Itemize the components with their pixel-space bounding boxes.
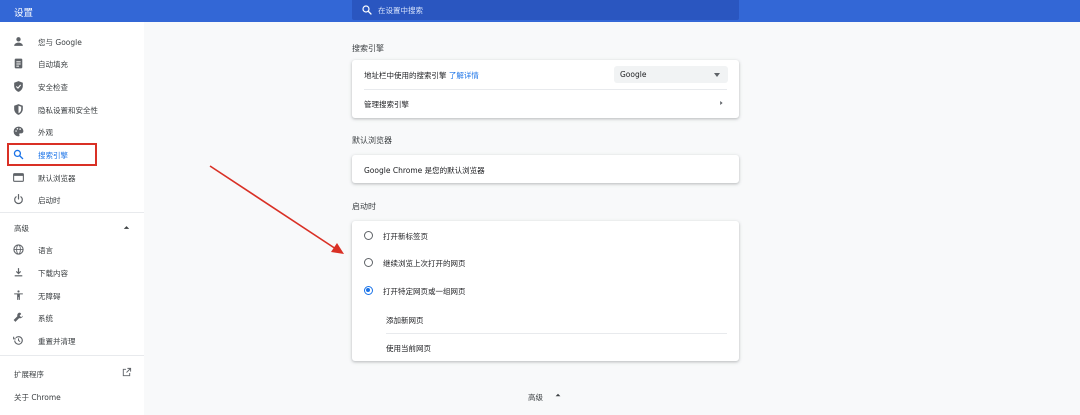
sidebar-item-languages[interactable]: 语言 xyxy=(0,239,144,261)
sidebar-item-label: 您与 Google xyxy=(38,38,82,47)
startup-option-continue[interactable]: 继续浏览上次打开的网页 xyxy=(352,248,739,276)
accessibility-icon xyxy=(14,290,23,300)
use-current-pages-link[interactable]: 使用当前网页 xyxy=(386,343,431,354)
use-current-pages-row[interactable]: 使用当前网页 xyxy=(352,333,739,361)
sidebar-item-default-browser[interactable]: 默认浏览器 xyxy=(0,167,144,189)
sidebar-item-label: 启动时 xyxy=(38,196,61,205)
chevron-right-icon xyxy=(720,101,723,105)
advanced-toggle-label[interactable]: 高级 xyxy=(528,392,543,403)
startup-option-label: 继续浏览上次打开的网页 xyxy=(383,259,466,268)
search-engine-select[interactable]: Google xyxy=(614,66,728,83)
caret-down-icon xyxy=(714,73,720,77)
app-title: 设置 xyxy=(14,8,34,19)
search-engine-section-title: 搜索引擎 xyxy=(352,44,384,53)
search-box[interactable]: 在设置中搜索 xyxy=(352,0,739,20)
history-icon xyxy=(13,336,23,345)
sidebar-item-privacy[interactable]: 隐私设置和安全性 xyxy=(0,99,144,121)
external-link-icon[interactable] xyxy=(121,367,132,378)
power-icon xyxy=(14,194,23,205)
shield-half-icon xyxy=(14,104,23,115)
sidebar-item-safety-check[interactable]: 安全检查 xyxy=(0,76,144,98)
startup-option-label: 打开新标签页 xyxy=(383,232,428,241)
default-browser-card: Google Chrome 是您的默认浏览器 xyxy=(352,155,739,183)
sidebar-item-label: 自动填充 xyxy=(38,60,68,69)
manage-search-engines-label: 管理搜索引擎 xyxy=(364,100,409,109)
sidebar-item-on-startup[interactable]: 启动时 xyxy=(0,189,144,211)
sidebar-item-you-and-google[interactable]: 您与 Google xyxy=(0,31,144,53)
startup-option-label: 打开特定网页或一组网页 xyxy=(383,287,466,296)
default-browser-section-title: 默认浏览器 xyxy=(352,136,392,145)
manage-search-engines-row[interactable]: 管理搜索引擎 xyxy=(352,89,739,118)
radio-button[interactable] xyxy=(364,231,373,240)
selected-engine: Google xyxy=(620,70,647,79)
address-bar-engine-row: 地址栏中使用的搜索引擎 了解详情 Google xyxy=(352,60,739,89)
sidebar-item-system[interactable]: 系统 xyxy=(0,307,144,329)
sidebar-item-reset[interactable]: 重置并清理 xyxy=(0,330,144,352)
sidebar-item-label: 无障碍 xyxy=(38,292,61,301)
add-new-page-row[interactable]: 添加新网页 xyxy=(352,305,739,333)
sidebar-item-appearance[interactable]: 外观 xyxy=(0,121,144,143)
sidebar-item-autofill[interactable]: 自动填充 xyxy=(0,53,144,75)
sidebar-divider xyxy=(0,212,144,213)
person-icon xyxy=(14,37,23,46)
browser-window-icon xyxy=(13,173,24,182)
sidebar-item-label: 默认浏览器 xyxy=(38,174,76,183)
clipboard-icon xyxy=(14,58,23,69)
address-bar-engine-label: 地址栏中使用的搜索引擎 xyxy=(364,71,447,80)
download-icon xyxy=(14,268,23,277)
top-bar: 设置 在设置中搜索 xyxy=(0,0,1080,22)
sidebar-item-label: 安全检查 xyxy=(38,83,68,92)
sidebar-item-label: 下载内容 xyxy=(38,269,68,278)
sidebar-item-extensions[interactable]: 扩展程序 xyxy=(14,369,44,380)
learn-more-link[interactable]: 了解详情 xyxy=(449,71,479,80)
search-icon xyxy=(362,5,372,15)
sidebar-divider xyxy=(0,355,144,356)
sidebar-item-label: 系统 xyxy=(38,314,53,323)
highlight-box xyxy=(7,143,97,166)
search-placeholder[interactable]: 在设置中搜索 xyxy=(378,5,423,16)
radio-button-selected[interactable] xyxy=(364,286,373,295)
sidebar-item-label: 语言 xyxy=(38,246,53,255)
startup-option-specific-pages[interactable]: 打开特定网页或一组网页 xyxy=(352,276,739,304)
sidebar-item-label: 重置并清理 xyxy=(38,337,76,346)
sidebar-item-label: 隐私设置和安全性 xyxy=(38,106,98,115)
advanced-section-label[interactable]: 高级 xyxy=(14,223,29,234)
sidebar-item-about-chrome[interactable]: 关于 Chrome xyxy=(14,392,61,403)
search-engine-card: 地址栏中使用的搜索引擎 了解详情 Google 管理搜索引擎 xyxy=(352,60,739,118)
radio-button[interactable] xyxy=(364,258,373,267)
startup-section-title: 启动时 xyxy=(352,202,376,211)
default-browser-status: Google Chrome 是您的默认浏览器 xyxy=(364,166,485,175)
palette-icon xyxy=(13,126,24,137)
chevron-up-icon[interactable] xyxy=(122,223,131,232)
sidebar-item-label: 外观 xyxy=(38,128,53,137)
startup-option-new-tab[interactable]: 打开新标签页 xyxy=(352,221,739,249)
shield-check-icon xyxy=(14,81,23,92)
sidebar-item-downloads[interactable]: 下载内容 xyxy=(0,262,144,284)
sidebar-item-accessibility[interactable]: 无障碍 xyxy=(0,285,144,307)
chevron-up-icon[interactable] xyxy=(554,391,562,399)
sidebar: 您与 Google 自动填充 安全检查 隐私设置和安全性 外观 搜索引擎 默认浏… xyxy=(0,22,144,415)
add-new-page-link[interactable]: 添加新网页 xyxy=(386,315,424,326)
startup-card: 打开新标签页 继续浏览上次打开的网页 打开特定网页或一组网页 添加新网页 使用当… xyxy=(352,221,739,361)
wrench-icon xyxy=(13,312,23,322)
globe-icon xyxy=(13,244,24,255)
